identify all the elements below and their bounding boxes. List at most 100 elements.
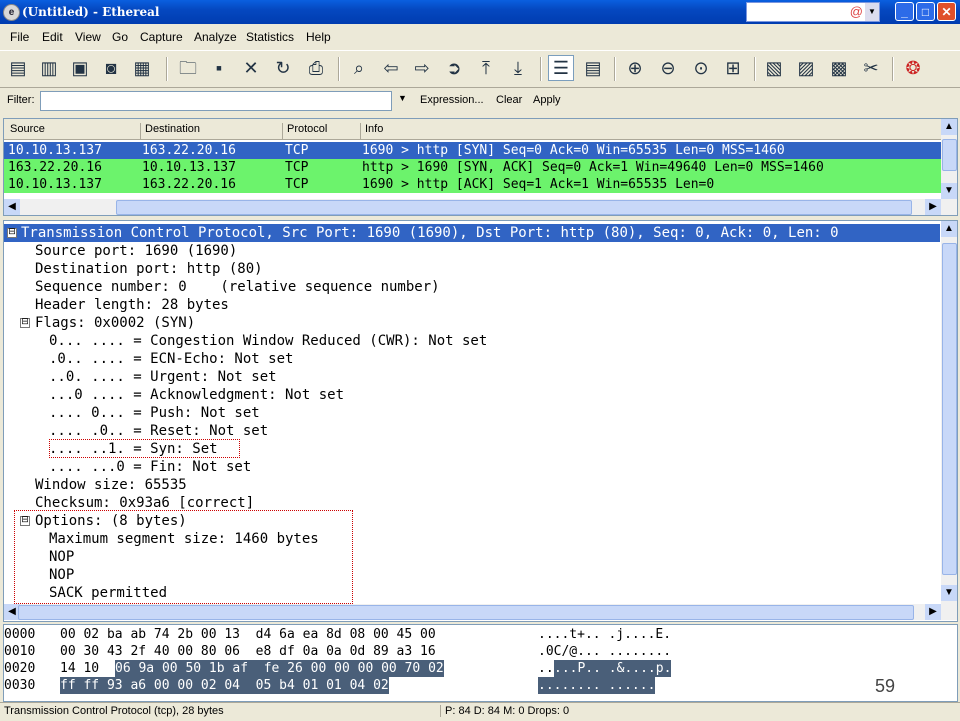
- minimize-button[interactable]: _: [895, 2, 914, 21]
- tree-node[interactable]: .0.. .... = ECN-Echo: Not set: [4, 350, 940, 368]
- tree-node[interactable]: .... .0.. = Reset: Not set: [4, 422, 940, 440]
- hex-dump-pane: 0000 00 02 ba ab 74 2b 00 13 d4 6a ea 8d…: [3, 624, 958, 702]
- status-bar: Transmission Control Protocol (tcp), 28 …: [0, 702, 960, 721]
- detail-hscrollbar[interactable]: ◀ ▶: [4, 604, 957, 620]
- slide-number: 59: [875, 676, 896, 696]
- packet-list-hscrollbar[interactable]: ◀ ▶: [4, 199, 957, 215]
- go-forward-icon[interactable]: ⇨: [409, 55, 435, 81]
- packet-row[interactable]: 10.10.13.137 163.22.20.16 TCP 1690 > htt…: [4, 142, 942, 159]
- open-folder-icon[interactable]: 🗀: [175, 55, 201, 81]
- preferences-icon[interactable]: ✂: [858, 55, 884, 81]
- close-button[interactable]: ✕: [937, 2, 956, 21]
- menu-analyze[interactable]: Analyze: [194, 30, 237, 44]
- go-first-icon[interactable]: ⤒: [473, 55, 499, 81]
- menu-file[interactable]: File: [10, 30, 29, 44]
- scroll-up-icon[interactable]: ▲: [941, 221, 957, 237]
- menu-go[interactable]: Go: [112, 30, 128, 44]
- packet-row[interactable]: 10.10.13.137 163.22.20.16 TCP 1690 > htt…: [4, 176, 942, 193]
- detail-vscrollbar[interactable]: ▲ ▼: [941, 221, 957, 604]
- hex-row[interactable]: 0030 ff ff 93 a6 00 00 02 04 05 b4 01 01…: [4, 677, 944, 694]
- hex-row[interactable]: 0010 00 30 43 2f 40 00 80 06 e8 df 0a 0a…: [4, 643, 944, 660]
- expression-button[interactable]: Expression...: [420, 94, 484, 106]
- filter-input[interactable]: [40, 91, 392, 111]
- capture-start-icon[interactable]: ▣: [67, 55, 93, 81]
- go-to-packet-icon[interactable]: ➲: [441, 55, 467, 81]
- scroll-down-icon[interactable]: ▼: [941, 183, 957, 199]
- scroll-thumb[interactable]: [942, 243, 957, 575]
- reload-icon[interactable]: ↻: [270, 55, 296, 81]
- menu-capture[interactable]: Capture: [140, 30, 183, 44]
- zoom-normal-icon[interactable]: ⊙: [688, 55, 714, 81]
- column-info[interactable]: Info: [360, 123, 383, 139]
- tree-node[interactable]: Window size: 65535: [4, 476, 940, 494]
- maximize-button[interactable]: □: [916, 2, 935, 21]
- clear-button[interactable]: Clear: [496, 94, 522, 106]
- scroll-thumb[interactable]: [942, 139, 957, 171]
- scroll-right-icon[interactable]: ▶: [925, 604, 941, 620]
- capture-restart-icon[interactable]: ▦: [129, 55, 155, 81]
- apply-button[interactable]: Apply: [533, 94, 561, 106]
- menu-view[interactable]: View: [75, 30, 101, 44]
- packet-list-vscrollbar[interactable]: ▲ ▼: [941, 119, 957, 199]
- toolbar-separator: [754, 57, 756, 81]
- tree-node[interactable]: .... ...0 = Fin: Not set: [4, 458, 940, 476]
- tree-node[interactable]: Source port: 1690 (1690): [4, 242, 940, 260]
- display-filters-icon[interactable]: ▨: [793, 55, 819, 81]
- capture-filters-icon[interactable]: ▧: [761, 55, 787, 81]
- save-icon[interactable]: ▪: [206, 55, 232, 81]
- capture-stop-icon[interactable]: ◙: [98, 55, 124, 81]
- zoom-out-icon[interactable]: ⊖: [655, 55, 681, 81]
- status-field-info: Transmission Control Protocol (tcp), 28 …: [4, 705, 224, 717]
- scroll-thumb[interactable]: [18, 605, 914, 620]
- help-lifebuoy-icon[interactable]: ❂: [900, 55, 926, 81]
- packet-source: 10.10.13.137: [8, 177, 102, 192]
- packet-row[interactable]: 163.22.20.16 10.10.13.137 TCP http > 169…: [4, 159, 942, 176]
- print-icon[interactable]: ⎙: [303, 55, 329, 81]
- scroll-up-icon[interactable]: ▲: [941, 119, 957, 135]
- column-protocol[interactable]: Protocol: [282, 123, 327, 139]
- menu-help[interactable]: Help: [306, 30, 331, 44]
- tree-node[interactable]: Header length: 28 bytes: [4, 296, 940, 314]
- tree-node[interactable]: .... 0... = Push: Not set: [4, 404, 940, 422]
- hex-bytes: 00 30 43 2f 40 00 80 06 e8 df 0a 0a 0d 8…: [60, 644, 436, 659]
- collapse-toggle-icon[interactable]: ⊟: [7, 228, 17, 238]
- ethereal-app-icon[interactable]: e: [3, 4, 20, 21]
- close-file-icon[interactable]: ✕: [238, 55, 264, 81]
- tree-node[interactable]: Destination port: http (80): [4, 260, 940, 278]
- go-last-icon[interactable]: ⤓: [505, 55, 531, 81]
- tree-node[interactable]: Sequence number: 0 (relative sequence nu…: [4, 278, 940, 296]
- find-packet-icon[interactable]: ⌕: [346, 55, 372, 81]
- scroll-left-icon[interactable]: ◀: [4, 199, 20, 215]
- scroll-thumb[interactable]: [116, 200, 912, 215]
- tree-node[interactable]: ...0 .... = Acknowledgment: Not set: [4, 386, 940, 404]
- hex-row[interactable]: 0000 00 02 ba ab 74 2b 00 13 d4 6a ea 8d…: [4, 626, 944, 643]
- menu-edit[interactable]: Edit: [42, 30, 63, 44]
- scroll-right-icon[interactable]: ▶: [925, 199, 941, 215]
- auto-scroll-icon[interactable]: ▤: [580, 55, 606, 81]
- column-source[interactable]: Source: [6, 123, 45, 139]
- tree-node-tcp[interactable]: ⊟ Transmission Control Protocol, Src Por…: [4, 224, 940, 242]
- tree-node-flags[interactable]: ⊟ Flags: 0x0002 (SYN): [4, 314, 940, 332]
- filter-dropdown-icon[interactable]: ▼: [398, 93, 407, 103]
- capture-options-icon[interactable]: ▥: [36, 55, 62, 81]
- hex-row[interactable]: 0020 14 10 06 9a 00 50 1b af fe 26 00 00…: [4, 660, 944, 677]
- packet-protocol: TCP: [285, 177, 309, 192]
- capture-interfaces-icon[interactable]: ▤: [5, 55, 31, 81]
- window-title: (Untitled) - Ethereal: [22, 5, 160, 19]
- coloring-rules-icon[interactable]: ▩: [826, 55, 852, 81]
- collapse-toggle-icon[interactable]: ⊟: [20, 318, 30, 328]
- colorize-icon[interactable]: ☰: [548, 55, 574, 81]
- taskbar-address-box[interactable]: @ ▼: [746, 2, 880, 22]
- resize-columns-icon[interactable]: ⊞: [720, 55, 746, 81]
- chevron-down-icon[interactable]: ▼: [865, 3, 879, 21]
- menu-statistics[interactable]: Statistics: [246, 30, 294, 44]
- column-destination[interactable]: Destination: [140, 123, 200, 139]
- go-back-icon[interactable]: ⇦: [378, 55, 404, 81]
- hex-ascii: ..: [538, 661, 554, 676]
- tree-node[interactable]: 0... .... = Congestion Window Reduced (C…: [4, 332, 940, 350]
- packet-detail-pane: ⊟ Transmission Control Protocol, Src Por…: [3, 220, 958, 622]
- zoom-in-icon[interactable]: ⊕: [622, 55, 648, 81]
- scroll-down-icon[interactable]: ▼: [941, 585, 957, 601]
- hex-offset: 0000: [4, 627, 36, 642]
- tree-node[interactable]: ..0. .... = Urgent: Not set: [4, 368, 940, 386]
